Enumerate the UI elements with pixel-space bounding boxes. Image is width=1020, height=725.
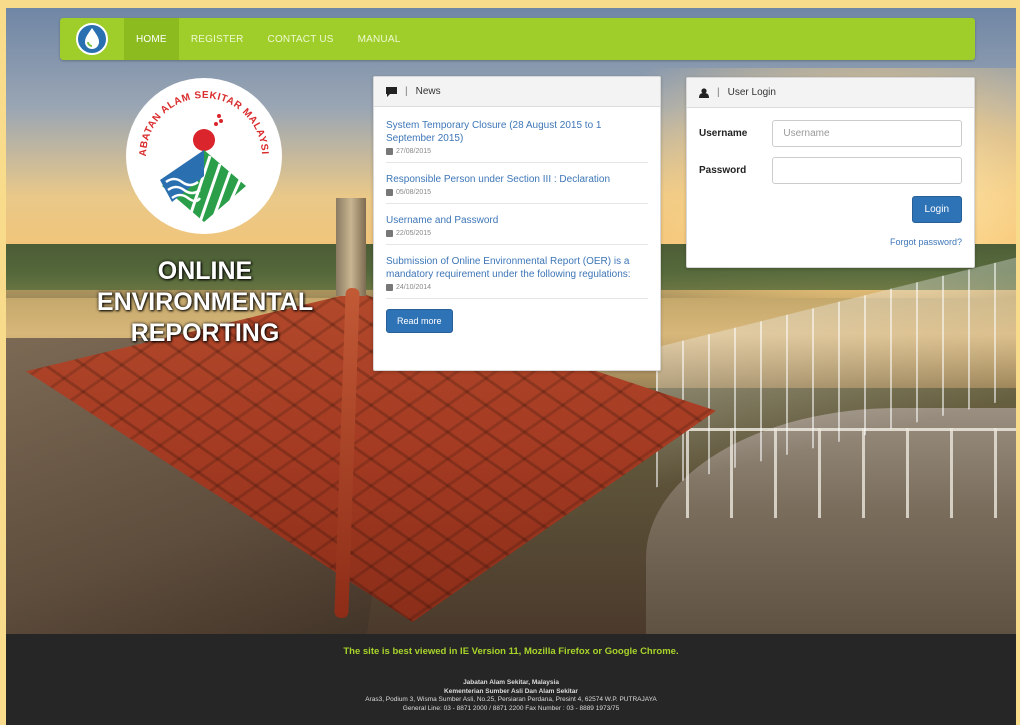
org-name: Jabatan Alam Sekitar, Malaysia: [463, 679, 559, 686]
username-label: Username: [699, 128, 748, 139]
footer-org-info: Jabatan Alam Sekitar, Malaysia Kementeri…: [6, 679, 1016, 713]
login-heading: User Login: [727, 87, 776, 98]
footer-phone: General Line: 03 - 8871 2000 / 8871 2200…: [402, 704, 620, 712]
footer: The site is best viewed in IE Version 11…: [6, 634, 1016, 725]
news-date: 27/08/2015: [396, 148, 432, 155]
login-panel-header: | User Login: [687, 78, 974, 108]
hero-title-line2: ENVIRONMENTAL: [96, 288, 314, 316]
username-input[interactable]: Username: [772, 120, 962, 147]
calendar-icon: [386, 189, 393, 196]
hero-title: ONLINE ENVIRONMENTAL REPORTING: [70, 256, 340, 349]
password-label: Password: [699, 165, 747, 176]
news-link[interactable]: System Temporary Closure (28 August 2015…: [386, 119, 648, 145]
news-list: System Temporary Closure (28 August 2015…: [374, 107, 660, 333]
news-heading: News: [415, 86, 441, 97]
user-icon: [699, 87, 709, 98]
login-button[interactable]: Login: [911, 196, 962, 223]
news-link[interactable]: Username and Password: [386, 214, 648, 227]
read-more-button[interactable]: Read more: [386, 309, 453, 333]
password-input[interactable]: [772, 157, 962, 184]
news-panel: | News System Temporary Closure (28 Augu…: [373, 76, 661, 371]
hero-title-line1: ONLINE: [157, 257, 253, 285]
login-panel: | User Login Username Username Password …: [686, 77, 975, 268]
login-form: Username Username Password Login Forgot …: [687, 108, 974, 247]
calendar-icon: [386, 284, 393, 291]
calendar-icon: [386, 148, 393, 155]
hero-title-line3: REPORTING: [130, 319, 280, 347]
water-drop-icon: [76, 23, 108, 55]
news-link[interactable]: Responsible Person under Section III : D…: [386, 173, 648, 186]
footer-address: Aras3, Podium 3, Wisma Sumber Asli, No.2…: [365, 696, 657, 703]
news-item: Submission of Online Environmental Repor…: [386, 251, 648, 299]
news-item: Responsible Person under Section III : D…: [386, 169, 648, 204]
news-link[interactable]: Submission of Online Environmental Repor…: [386, 255, 648, 281]
nav-home[interactable]: HOME: [124, 18, 179, 60]
chimney-tower: [336, 198, 366, 296]
news-panel-header: | News: [374, 77, 660, 107]
news-date: 24/10/2014: [396, 284, 432, 291]
nav-register[interactable]: REGISTER: [179, 18, 256, 60]
top-nav-bar: HOME REGISTER CONTACT US MANUAL: [60, 18, 975, 60]
news-item: Username and Password 22/05/2015: [386, 210, 648, 245]
browser-note: The site is best viewed in IE Version 11…: [343, 646, 679, 657]
news-item: System Temporary Closure (28 August 2015…: [386, 115, 648, 163]
nav-manual[interactable]: MANUAL: [346, 18, 413, 60]
news-date: 22/05/2015: [396, 230, 432, 237]
forgot-password-link[interactable]: Forgot password?: [699, 237, 962, 247]
nav-contact-us[interactable]: CONTACT US: [256, 18, 346, 60]
jas-logo: JABATAN ALAM SEKITAR MALAYSIA: [120, 68, 284, 236]
comment-icon: [386, 86, 397, 97]
brand-logo[interactable]: [60, 18, 124, 60]
news-date: 05/08/2015: [396, 189, 432, 196]
ministry-name: Kementerian Sumber Asli Dan Alam Sekitar: [444, 687, 578, 695]
calendar-icon: [386, 230, 393, 237]
